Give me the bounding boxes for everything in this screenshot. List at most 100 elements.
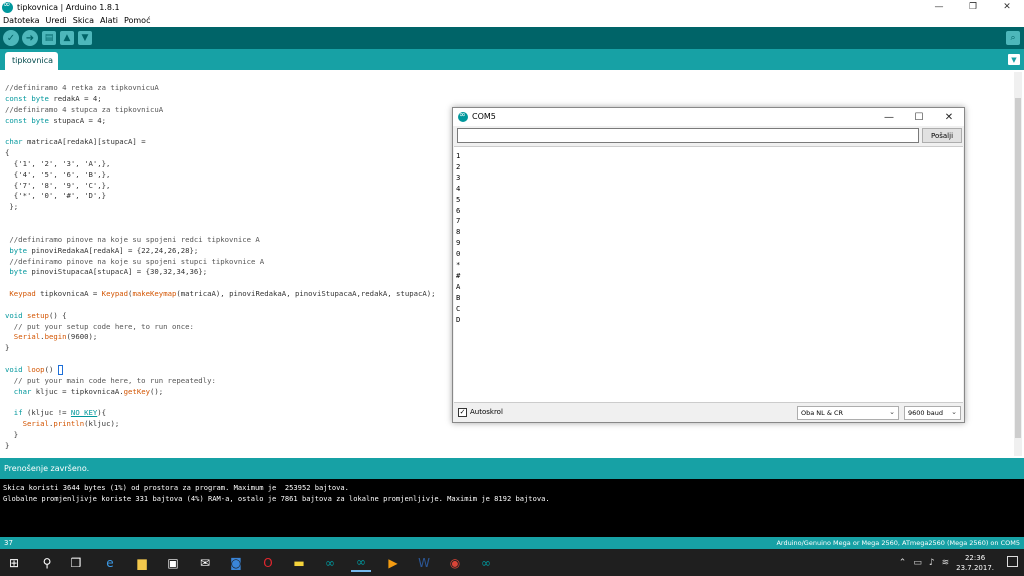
arduino-taskbar-icon-active[interactable]: ∞ <box>351 553 371 572</box>
close-button[interactable]: ✕ <box>990 0 1024 14</box>
line-ending-select[interactable]: Oba NL & CR ⌄ <box>797 406 899 420</box>
code-line: const byte redakA = 4; <box>5 93 102 103</box>
media-player-icon[interactable]: ▶ <box>383 553 403 572</box>
chrome-icon[interactable]: ◉ <box>445 553 465 572</box>
code-line: Serial.begin(9600); <box>13 332 98 342</box>
menu-help[interactable]: Pomoć <box>121 16 154 25</box>
serial-line: 2 <box>456 161 461 171</box>
code-line: if (kljuc != NO_KEY){ <box>13 408 107 418</box>
serial-line: A <box>456 281 461 291</box>
clock[interactable]: 22:36 23.7.2017. <box>956 553 994 573</box>
battery-icon[interactable]: ▭ <box>913 558 922 568</box>
arduino-icon <box>458 110 468 122</box>
opera-icon[interactable]: O <box>258 553 278 572</box>
code-line: const byte stupacA = 4; <box>5 115 107 125</box>
notification-icon[interactable] <box>1007 556 1018 567</box>
task-view-icon[interactable]: ❒ <box>66 553 86 572</box>
search-icon[interactable]: ⚲ <box>37 553 57 572</box>
menu-edit[interactable]: Uredi <box>43 16 70 25</box>
code-line: } <box>5 430 19 439</box>
code-line: //definiramo pinove na koje su spojeni r… <box>5 234 260 244</box>
status-bar: Prenošenje završeno. <box>0 458 1024 479</box>
restore-button[interactable]: ❐ <box>956 0 990 14</box>
word-icon[interactable]: W <box>414 553 434 572</box>
serial-minimize-button[interactable]: — <box>874 108 904 126</box>
volume-icon[interactable]: ♪ <box>929 558 935 568</box>
open-sketch-button[interactable]: ▲ <box>60 31 74 45</box>
serial-line: 3 <box>456 172 461 182</box>
code-line: void loop() <box>5 364 63 375</box>
serial-line: 1 <box>456 151 461 160</box>
serial-output-lines: 1 2 3 4 5 6 7 8 9 0 * # A B C D <box>456 151 460 326</box>
serial-monitor-options: ✓ Autoskrol Oba NL & CR ⌄ 9600 baud ⌄ <box>453 404 964 422</box>
arduino-taskbar-icon[interactable]: ∞ <box>320 553 340 572</box>
serial-monitor-window: COM5 — ☐ ✕ Pošalji 1 2 3 4 5 6 7 8 9 0 *… <box>452 107 965 423</box>
file-explorer-icon[interactable]: ▆ <box>132 553 152 572</box>
code-line: {'1', '2', '3', 'A',}, <box>5 158 111 168</box>
serial-send-input[interactable] <box>457 128 919 143</box>
code-line: {'7', '8', '9', 'C',}, <box>5 180 111 190</box>
new-sketch-button[interactable]: ▤ <box>42 31 56 45</box>
status-message: Prenošenje završeno. <box>4 464 90 473</box>
code-line: byte pinoviStupacaA[stupacA] = {30,32,34… <box>9 267 208 277</box>
code-line: char kljuc = tipkovnicaA.getKey(); <box>13 386 164 396</box>
minimize-button[interactable]: — <box>922 0 956 14</box>
autoscroll-checkbox[interactable]: ✓ <box>458 408 467 417</box>
save-sketch-button[interactable]: ▼ <box>78 31 92 45</box>
code-line: //definiramo 4 stupca za tipkovnicuA <box>5 104 164 114</box>
edge-icon[interactable]: e <box>100 553 120 572</box>
messenger-icon[interactable]: ◙ <box>226 553 246 572</box>
store-icon[interactable]: ▣ <box>163 553 183 572</box>
tab-tipkovnica[interactable]: tipkovnica <box>5 52 58 70</box>
serial-line: 9 <box>456 238 461 248</box>
clock-time: 22:36 <box>964 553 986 562</box>
serial-monitor-title: COM5 <box>472 112 496 121</box>
serial-maximize-button[interactable]: ☐ <box>904 108 934 126</box>
arduino-taskbar-icon-2[interactable]: ∞ <box>476 553 496 572</box>
board-info: Arduino/Genuino Mega or Mega 2560, ATmeg… <box>776 539 1020 547</box>
sticky-notes-icon[interactable]: ▬ <box>289 553 309 572</box>
menu-file[interactable]: Datoteka <box>0 16 43 25</box>
tray-chevron-icon[interactable]: ⌃ <box>899 558 907 568</box>
network-icon[interactable]: ≋ <box>942 558 950 568</box>
code-area[interactable]: //definiramo 4 retka za tipkovnicuA cons… <box>5 83 436 452</box>
toolbar: ✓ ➜ ▤ ▲ ▼ ⌕ <box>0 27 1024 49</box>
code-line: { <box>5 148 10 158</box>
verify-button[interactable]: ✓ <box>3 30 19 46</box>
code-line: // put your setup code here, to run once… <box>5 321 194 331</box>
window-controls: — ❐ ✕ <box>922 0 1024 14</box>
tab-menu-button[interactable]: ▼ <box>1008 54 1020 65</box>
code-line: //definiramo pinove na koje su spojeni s… <box>5 256 265 266</box>
menu-sketch[interactable]: Skica <box>70 16 97 25</box>
window-title: tipkovnica | Arduino 1.8.1 <box>17 2 120 12</box>
serial-line: 8 <box>456 227 461 237</box>
code-line: byte pinoviRedakaA[redakA] = {22,24,26,2… <box>9 245 199 255</box>
serial-line: * <box>456 260 461 270</box>
code-line: {'*', '0', '#', 'D',} <box>5 191 107 201</box>
menu-bar: Datoteka Uredi Skica Alati Pomoć <box>0 14 1024 27</box>
send-button[interactable]: Pošalji <box>922 128 962 143</box>
serial-line: # <box>456 270 461 280</box>
code-line: void setup() { <box>5 310 67 320</box>
baud-rate-select[interactable]: 9600 baud ⌄ <box>904 406 961 420</box>
menu-tools[interactable]: Alati <box>97 16 121 25</box>
code-line: char matricaA[redakA][stupacA] = <box>5 137 146 147</box>
clock-date: 23.7.2017. <box>956 563 994 572</box>
serial-line: 4 <box>456 183 461 193</box>
windows-taskbar: ⊞ ⚲ ❒ e ▆ ▣ ✉ ◙ O ▬ ∞ ∞ ▶ W ◉ ∞ ⌃ ▭ ♪ ≋ … <box>0 549 1024 576</box>
tab-bar: tipkovnica ▼ <box>0 49 1024 70</box>
upload-button[interactable]: ➜ <box>22 30 38 46</box>
serial-monitor-button[interactable]: ⌕ <box>1006 31 1020 45</box>
code-line: Serial.println(kljuc); <box>22 419 120 429</box>
serial-monitor-titlebar: COM5 — ☐ ✕ <box>453 108 964 126</box>
editor-scroll-thumb[interactable] <box>1015 98 1021 438</box>
mail-icon[interactable]: ✉ <box>195 553 215 572</box>
title-bar: tipkovnica | Arduino 1.8.1 — ❐ ✕ <box>0 0 1024 14</box>
serial-line: B <box>456 292 461 302</box>
code-line: } <box>5 440 10 450</box>
line-ending-value: Oba NL & CR <box>801 409 844 417</box>
start-button[interactable]: ⊞ <box>4 553 24 572</box>
code-line: {'4', '5', '6', 'B',}, <box>5 169 111 179</box>
serial-line: 5 <box>456 194 461 204</box>
serial-close-button[interactable]: ✕ <box>934 108 964 126</box>
